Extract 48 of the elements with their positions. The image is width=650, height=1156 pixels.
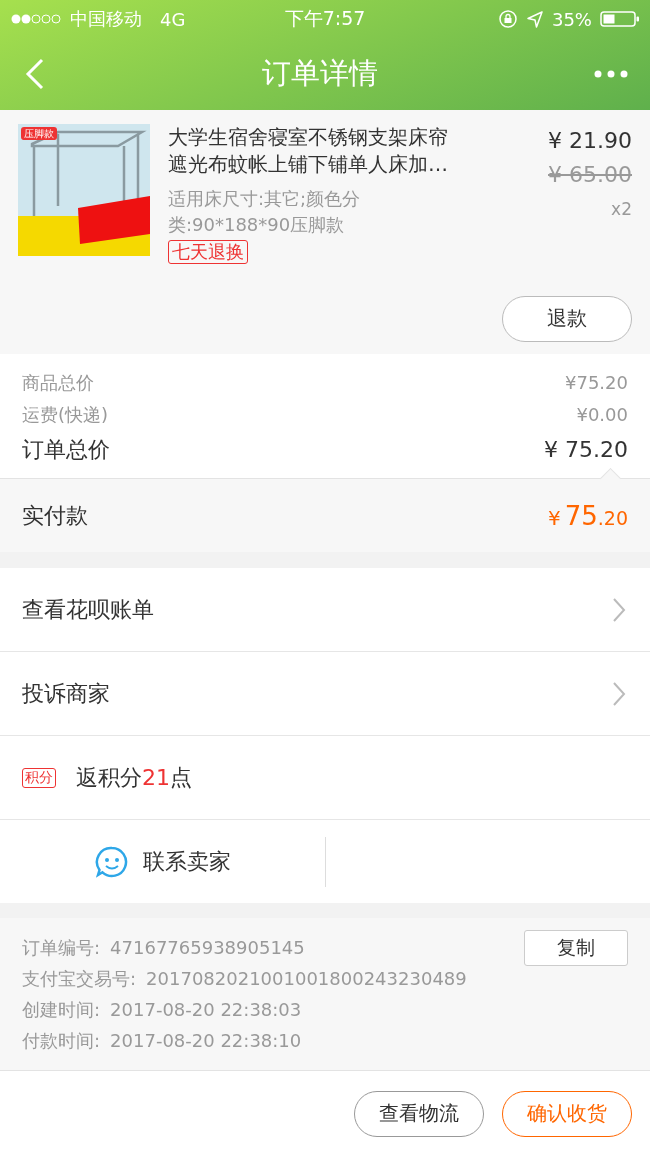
info-label: 支付宝交易号: xyxy=(22,966,137,991)
page-title: 订单详情 xyxy=(262,54,378,92)
product-specs: 适用床尺寸:其它;颜色分类:90*188*90压脚款 xyxy=(168,186,362,237)
refund-button[interactable]: 退款 xyxy=(502,295,632,342)
paid-decimals: .20 xyxy=(597,506,628,529)
list-item[interactable]: 投诉商家 xyxy=(0,652,650,737)
battery-percent: 35% xyxy=(551,8,592,30)
info-value: 47167765938905145 xyxy=(110,937,305,959)
product-price: ¥ 21.90 xyxy=(548,126,632,155)
signal-icon xyxy=(10,12,62,26)
total-value: ¥75.20 xyxy=(565,370,628,395)
product-title[interactable]: 大学生宿舍寝室不锈钢支架床帘遮光布蚊帐上铺下铺单人床加… xyxy=(168,123,464,178)
contact-seller-button[interactable]: 联系卖家 xyxy=(0,836,326,887)
return-badge: 七天退换 xyxy=(168,239,248,264)
paid-amount: 75 xyxy=(564,500,598,531)
info-label: 订单编号: xyxy=(22,935,101,960)
total-label: 订单总价 xyxy=(22,435,110,464)
more-icon[interactable] xyxy=(594,69,628,78)
paid-label: 实付款 xyxy=(22,501,88,530)
item-label: 查看花呗账单 xyxy=(22,595,154,624)
points-tag: 积分 xyxy=(22,767,56,788)
network-type: 4G xyxy=(160,8,186,30)
quantity: x2 xyxy=(611,197,632,221)
total-label: 运费(快递) xyxy=(22,402,109,427)
total-value: ¥0.00 xyxy=(576,402,628,427)
copy-button[interactable]: 复制 xyxy=(524,929,628,966)
rotation-lock-icon xyxy=(497,9,518,29)
location-arrow-icon xyxy=(525,10,544,28)
total-value: ¥ 75.20 xyxy=(544,435,628,464)
battery-icon xyxy=(600,10,640,28)
currency-sign: ¥ xyxy=(547,505,561,530)
info-value: 2017082021001001800243230489 xyxy=(146,968,467,990)
info-label: 创建时间: xyxy=(22,997,101,1022)
clock: 下午7:57 xyxy=(284,6,366,31)
original-price: ¥ 65.00 xyxy=(548,160,632,189)
back-icon[interactable] xyxy=(24,56,46,91)
points-text: 返积分21点 xyxy=(76,763,192,792)
item-label: 投诉商家 xyxy=(22,679,110,708)
chat-face-icon xyxy=(94,844,129,879)
chevron-right-icon xyxy=(612,680,626,707)
list-item[interactable]: 查看花呗账单 xyxy=(0,568,650,653)
carrier-name: 中国移动 xyxy=(70,7,142,31)
action-button[interactable]: 查看物流 xyxy=(354,1090,484,1137)
total-label: 商品总价 xyxy=(22,370,94,395)
chevron-right-icon xyxy=(612,596,626,623)
info-value: 2017-08-20 22:38:03 xyxy=(110,999,302,1021)
info-label: 付款时间: xyxy=(22,1028,101,1053)
info-value: 2017-08-20 22:38:10 xyxy=(110,1030,302,1052)
